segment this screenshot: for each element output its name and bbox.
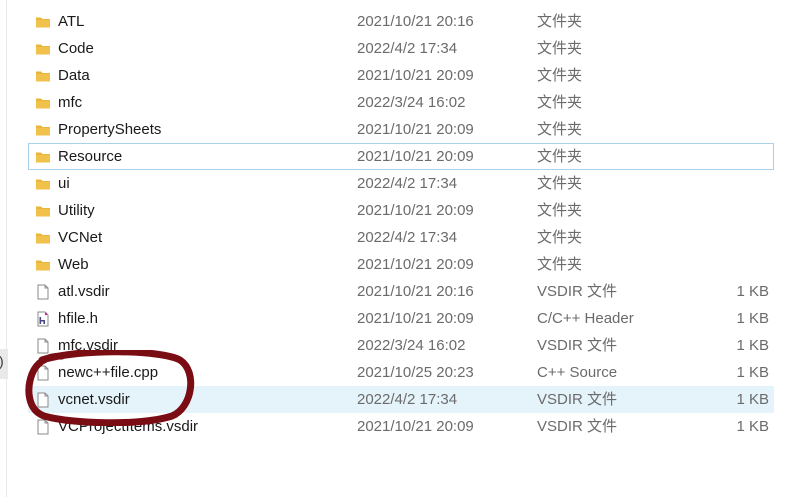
list-item[interactable]: Data 2021/10/21 20:09 文件夹	[28, 62, 774, 89]
document-icon	[35, 392, 51, 408]
file-list: ATL 2021/10/21 20:16 文件夹 Code 2022/4/2 17:34…	[28, 8, 774, 440]
list-item[interactable]: VCNet 2022/4/2 17:34 文件夹	[28, 224, 774, 251]
file-name: PropertySheets	[58, 121, 162, 138]
document-icon	[35, 338, 51, 354]
file-name: Data	[58, 67, 90, 84]
file-date-modified: 2022/4/2 17:34	[357, 40, 458, 57]
file-size: 1 KB	[736, 364, 769, 381]
file-date-modified: 2021/10/21 20:09	[357, 121, 474, 138]
file-date-modified: 2021/10/21 20:09	[357, 310, 474, 327]
folder-icon	[35, 203, 51, 219]
document-icon	[35, 284, 51, 300]
folder-icon	[35, 257, 51, 273]
list-item[interactable]: mfc.vsdir 2022/3/24 16:02 VSDIR 文件 1 KB	[28, 332, 774, 359]
folder-icon	[35, 176, 51, 192]
list-item[interactable]: newc++file.cpp 2021/10/25 20:23 C++ Source…	[28, 359, 774, 386]
file-name: mfc.vsdir	[58, 337, 118, 354]
file-type: VSDIR 文件	[537, 418, 618, 435]
file-date-modified: 2022/3/24 16:02	[357, 337, 466, 354]
file-name: Code	[58, 40, 94, 57]
file-size: 1 KB	[736, 337, 769, 354]
file-name: hfile.h	[58, 310, 99, 327]
folder-icon	[35, 122, 51, 138]
document-icon	[35, 419, 51, 435]
folder-icon	[35, 149, 51, 165]
file-date-modified: 2021/10/25 20:23	[357, 364, 474, 381]
header-file-icon	[35, 311, 51, 327]
file-date-modified: 2021/10/21 20:09	[357, 418, 474, 435]
document-icon	[35, 365, 51, 381]
file-date-modified: 2022/3/24 16:02	[357, 94, 466, 111]
list-item[interactable]: hfile.h 2021/10/21 20:09 C/C++ Header 1 KB	[28, 305, 774, 332]
file-date-modified: 2022/4/2 17:34	[357, 391, 458, 408]
file-type: 文件夹	[537, 13, 583, 30]
file-name: newc++file.cpp	[58, 364, 159, 381]
list-item[interactable]: ATL 2021/10/21 20:16 文件夹	[28, 8, 774, 35]
list-item[interactable]: ui 2022/4/2 17:34 文件夹	[28, 170, 774, 197]
file-type: 文件夹	[537, 94, 583, 111]
file-date-modified: 2021/10/21 20:09	[357, 67, 474, 84]
file-name: Web	[58, 256, 89, 273]
file-name: vcnet.vsdir	[58, 391, 130, 408]
file-date-modified: 2022/4/2 17:34	[357, 175, 458, 192]
list-item[interactable]: Web 2021/10/21 20:09 文件夹	[28, 251, 774, 278]
file-name: ATL	[58, 13, 85, 30]
pane-divider	[6, 0, 7, 497]
file-size: 1 KB	[736, 310, 769, 327]
file-size: 1 KB	[736, 418, 769, 435]
file-type: 文件夹	[537, 67, 583, 84]
file-date-modified: 2021/10/21 20:09	[357, 256, 474, 273]
list-item[interactable]: Utility 2021/10/21 20:09 文件夹	[28, 197, 774, 224]
file-name: VCProjectItems.vsdir	[58, 418, 199, 435]
folder-icon	[35, 14, 51, 30]
file-type: C/C++ Header	[537, 310, 634, 327]
file-name: VCNet	[58, 229, 103, 246]
folder-icon	[35, 41, 51, 57]
file-type: C++ Source	[537, 364, 618, 381]
file-name: ui	[58, 175, 70, 192]
folder-icon	[35, 68, 51, 84]
list-item[interactable]: PropertySheets 2021/10/21 20:09 文件夹	[28, 116, 774, 143]
edge-glyph: )	[0, 353, 4, 369]
file-type: 文件夹	[537, 229, 583, 246]
folder-icon	[35, 95, 51, 111]
file-date-modified: 2021/10/21 20:09	[357, 148, 474, 165]
file-type: VSDIR 文件	[537, 391, 618, 408]
file-date-modified: 2021/10/21 20:16	[357, 13, 474, 30]
file-size: 1 KB	[736, 283, 769, 300]
file-name: mfc	[58, 94, 83, 111]
file-date-modified: 2021/10/21 20:09	[357, 202, 474, 219]
file-type: 文件夹	[537, 40, 583, 57]
file-name: atl.vsdir	[58, 283, 110, 300]
file-name: Resource	[58, 148, 123, 165]
file-type: 文件夹	[537, 148, 583, 165]
folder-icon	[35, 230, 51, 246]
file-type: 文件夹	[537, 202, 583, 219]
list-item[interactable]: Resource 2021/10/21 20:09 文件夹	[28, 143, 774, 170]
list-item[interactable]: mfc 2022/3/24 16:02 文件夹	[28, 89, 774, 116]
file-size: 1 KB	[736, 391, 769, 408]
file-type: VSDIR 文件	[537, 283, 618, 300]
list-item[interactable]: atl.vsdir 2021/10/21 20:16 VSDIR 文件 1 KB	[28, 278, 774, 305]
list-item[interactable]: vcnet.vsdir 2022/4/2 17:34 VSDIR 文件 1 KB	[28, 386, 774, 413]
file-date-modified: 2022/4/2 17:34	[357, 229, 458, 246]
file-type: 文件夹	[537, 256, 583, 273]
file-type: 文件夹	[537, 175, 583, 192]
list-item[interactable]: Code 2022/4/2 17:34 文件夹	[28, 35, 774, 62]
list-item[interactable]: VCProjectItems.vsdir 2021/10/21 20:09 VSDI…	[28, 413, 774, 440]
file-name: Utility	[58, 202, 95, 219]
file-type: VSDIR 文件	[537, 337, 618, 354]
file-type: 文件夹	[537, 121, 583, 138]
file-date-modified: 2021/10/21 20:16	[357, 283, 474, 300]
